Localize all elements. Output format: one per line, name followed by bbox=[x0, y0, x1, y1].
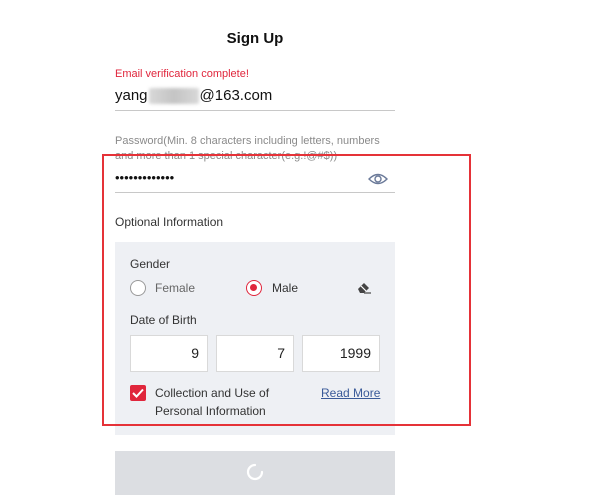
email-verification-status: Email verification complete! bbox=[115, 68, 249, 80]
eye-icon[interactable] bbox=[368, 172, 388, 186]
dob-label: Date of Birth bbox=[130, 313, 197, 327]
password-label: Password(Min. 8 characters including let… bbox=[115, 135, 380, 162]
gender-female-label[interactable]: Female bbox=[155, 281, 195, 295]
password-underline bbox=[115, 192, 395, 193]
email-underline bbox=[115, 110, 395, 111]
eraser-icon[interactable] bbox=[356, 280, 372, 294]
email-value-prefix: yang bbox=[115, 87, 148, 104]
email-value-suffix: @163.com bbox=[199, 87, 273, 104]
dob-month-input[interactable]: 7 bbox=[216, 335, 294, 372]
read-more-link[interactable]: Read More bbox=[321, 386, 380, 400]
gender-male-radio[interactable] bbox=[246, 280, 262, 296]
gender-male-label[interactable]: Male bbox=[272, 281, 298, 295]
spinner-icon bbox=[246, 463, 264, 481]
email-field[interactable]: yang @163.com bbox=[115, 87, 273, 105]
gender-female-radio[interactable] bbox=[130, 280, 146, 296]
checkmark-icon bbox=[132, 388, 144, 398]
page-title: Sign Up bbox=[226, 30, 284, 47]
consent-label: Collection and Use of Personal Informati… bbox=[155, 386, 270, 418]
gender-label: Gender bbox=[130, 257, 171, 271]
dob-day-input[interactable]: 9 bbox=[130, 335, 208, 372]
consent-checkbox[interactable] bbox=[130, 385, 146, 401]
optional-section-title: Optional Information bbox=[115, 215, 224, 229]
password-field[interactable]: ••••••••••••• bbox=[115, 170, 174, 185]
redacted-blur bbox=[148, 88, 199, 105]
dob-year-input[interactable]: 1999 bbox=[302, 335, 380, 372]
